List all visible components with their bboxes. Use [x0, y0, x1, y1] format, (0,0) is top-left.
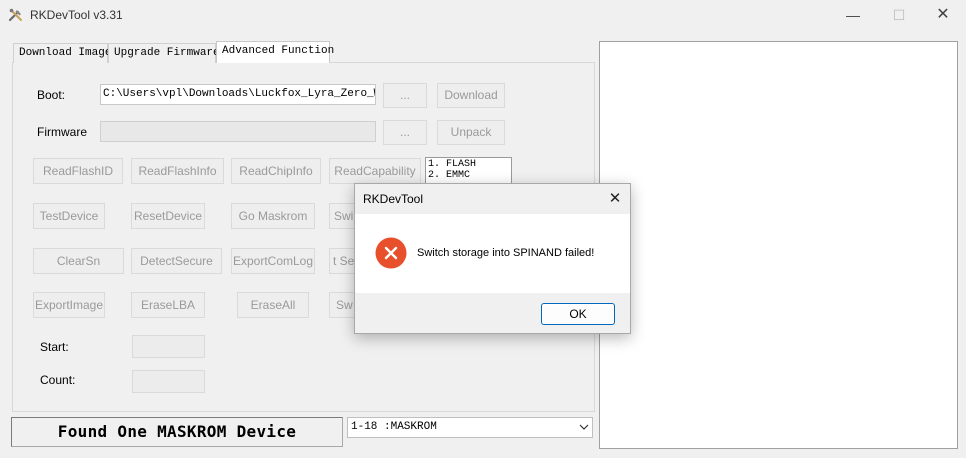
firmware-browse-button[interactable]: ... [383, 120, 427, 145]
start-label: Start: [40, 340, 69, 354]
storage-list-item[interactable]: 2. EMMC [428, 170, 509, 181]
go-maskrom-button[interactable]: Go Maskrom [231, 203, 315, 229]
tab-advanced-function[interactable]: Advanced Function [216, 41, 334, 63]
tab-upgrade-firmware[interactable]: Upgrade Firmware [108, 43, 220, 63]
export-com-log-button[interactable]: ExportComLog [231, 248, 315, 274]
reset-device-button[interactable]: ResetDevice [131, 203, 205, 229]
device-status: Found One MASKROM Device [11, 417, 343, 447]
dialog-close-button[interactable]: ✕ [603, 188, 627, 210]
device-select[interactable]: 1-18 :MASKROM [347, 417, 593, 438]
tab-download-image[interactable]: Download Image [13, 43, 111, 63]
app-tools-icon [8, 8, 22, 22]
dialog-message: Switch storage into SPINAND failed! [417, 247, 595, 259]
test-device-button[interactable]: TestDevice [33, 203, 105, 229]
maximize-button[interactable]: ☐ [876, 0, 922, 30]
download-button[interactable]: Download [437, 83, 505, 108]
start-input[interactable] [132, 335, 205, 358]
chevron-down-icon[interactable] [578, 419, 590, 435]
export-image-button[interactable]: ExportImage [33, 292, 105, 318]
firmware-label: Firmware [37, 125, 87, 139]
boot-path-field[interactable]: C:\Users\vpl\Downloads\Luckfox_Lyra_Zero… [100, 84, 376, 105]
read-chip-info-button[interactable]: ReadChipInfo [231, 158, 321, 184]
erase-all-button[interactable]: EraseAll [237, 292, 309, 318]
count-label: Count: [40, 373, 76, 387]
unpack-button[interactable]: Unpack [437, 120, 505, 145]
log-area[interactable] [599, 41, 958, 449]
detect-secure-button[interactable]: DetectSecure [131, 248, 222, 274]
boot-browse-button[interactable]: ... [383, 83, 427, 108]
ok-button[interactable]: OK [541, 303, 615, 325]
read-flash-info-button[interactable]: ReadFlashInfo [131, 158, 224, 184]
error-icon [375, 237, 407, 269]
minimize-button[interactable]: — [830, 0, 876, 30]
window-title: RKDevTool v3.31 [30, 8, 123, 22]
switch-storage-button[interactable]: Swi [329, 203, 357, 229]
read-flash-id-button[interactable]: ReadFlashID [33, 158, 123, 184]
count-input[interactable] [132, 370, 205, 393]
read-capability-button[interactable]: ReadCapability [329, 158, 421, 184]
firmware-path-field[interactable] [100, 121, 376, 142]
set-button[interactable]: t Se [329, 248, 357, 274]
storage-list-item[interactable]: 1. FLASH [428, 159, 509, 170]
close-window-button[interactable]: ✕ [920, 0, 966, 30]
switch-button[interactable]: Sw [329, 292, 357, 318]
erase-lba-button[interactable]: EraseLBA [131, 292, 205, 318]
clear-sn-button[interactable]: ClearSn [33, 248, 124, 274]
title-bar [0, 0, 966, 30]
error-dialog: RKDevTool ✕ Switch storage into SPINAND … [354, 183, 631, 334]
dialog-body: Switch storage into SPINAND failed! [355, 214, 630, 293]
boot-label: Boot: [37, 88, 66, 102]
dialog-title: RKDevTool [363, 192, 424, 206]
